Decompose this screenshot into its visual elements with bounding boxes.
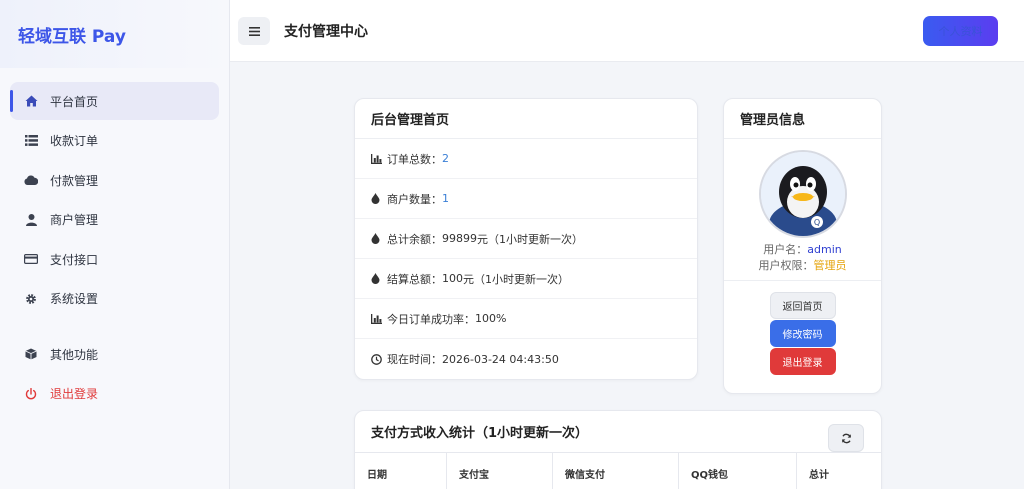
drop-icon (371, 193, 383, 205)
role-value: 管理员 (813, 259, 847, 272)
column-header-total: 总计 (809, 469, 829, 481)
gear-icon (24, 292, 38, 306)
admin-role-line: 用户权限：管理员 (724, 258, 881, 274)
page-title: 支付管理中心 (284, 23, 368, 40)
user-icon (24, 213, 38, 227)
income-stats-card: 支付方式收入统计（1小时更新一次） 日期 支付宝 微信支付 QQ钱包 总计 (354, 410, 882, 489)
sidebar-item-logout[interactable]: 退出登录 (10, 375, 219, 413)
role-label: 用户权限： (758, 259, 814, 272)
back-home-button[interactable]: 返回首页 (769, 292, 836, 319)
column-header-alipay: 支付宝 (447, 453, 553, 489)
stat-value: 2026-03-24 04:43:50 (442, 352, 559, 366)
sidebar-item-other[interactable]: 其他功能 (10, 335, 219, 373)
sidebar-item-label: 平台首页 (50, 94, 99, 109)
profile-button[interactable]: 个人资料 (923, 16, 998, 46)
username-value: admin (807, 243, 842, 256)
stat-label: 订单总数： (387, 152, 442, 166)
bar-chart-icon (371, 313, 383, 325)
sidebar-item-payments[interactable]: 付款管理 (10, 161, 219, 199)
dashboard-stats-card: 后台管理首页 订单总数： 2 商户数量： 1 总计余额： 99899 元（1小时… (354, 98, 698, 380)
sidebar-item-label: 收款订单 (50, 134, 99, 148)
penguin-avatar-icon: Q (760, 152, 845, 236)
stat-label: 今日订单成功率： (387, 312, 475, 326)
sidebar-item-merchants[interactable]: 商户管理 (10, 201, 219, 239)
sidebar-item-label: 退出登录 (50, 387, 99, 401)
sidebar-item-home[interactable]: 平台首页 (10, 82, 219, 120)
logout-button[interactable]: 退出登录 (769, 348, 836, 375)
income-table-header: 日期 支付宝 微信支付 QQ钱包 总计 (355, 452, 881, 489)
sidebar-item-label: 系统设置 (50, 292, 99, 306)
sidebar-item-label: 商户管理 (50, 213, 99, 227)
stat-row-orders: 订单总数： 2 (355, 139, 697, 179)
stat-row-balance: 总计余额： 99899 元（1小时更新一次） (355, 219, 697, 259)
sidebar-item-settings[interactable]: 系统设置 (10, 280, 219, 318)
username-label: 用户名： (763, 243, 808, 256)
stat-value: 1 (442, 192, 449, 205)
admin-card-title: 管理员信息 (724, 99, 881, 139)
hamburger-icon (248, 21, 260, 40)
stat-value: 100 (442, 272, 463, 285)
stat-label: 现在时间： (387, 353, 442, 366)
stat-value: 100 (475, 312, 496, 325)
stat-suffix: 元（1小时更新一次） (477, 232, 583, 246)
income-card-title: 支付方式收入统计（1小时更新一次） (371, 425, 589, 441)
drop-icon (371, 273, 383, 285)
sidebar-item-label: 其他功能 (50, 347, 99, 362)
column-header-date: 日期 (355, 453, 447, 489)
cube-icon (24, 347, 38, 361)
stat-suffix: % (496, 312, 507, 325)
sidebar-item-gateways[interactable]: 支付接口 (10, 240, 219, 278)
sidebar-item-label: 付款管理 (50, 173, 99, 188)
list-icon (24, 134, 38, 148)
column-header-qqwallet: QQ钱包 (679, 453, 797, 489)
stat-value: 99899 (442, 232, 477, 245)
home-icon (24, 94, 38, 108)
stats-card-title: 后台管理首页 (355, 99, 697, 139)
stat-row-success-rate: 今日订单成功率： 100 % (355, 299, 697, 339)
refresh-button[interactable] (828, 424, 864, 452)
change-password-button[interactable]: 修改密码 (769, 320, 836, 347)
stat-row-time: 现在时间： 2026-03-24 04:43:50 (355, 339, 697, 379)
sidebar-item-label: 支付接口 (50, 252, 99, 267)
avatar: Q (758, 150, 847, 238)
refresh-icon (841, 429, 852, 448)
stat-label: 结算总额： (387, 272, 442, 286)
svg-text:Q: Q (813, 218, 819, 227)
bar-chart-icon (371, 153, 383, 165)
admin-info-card: 管理员信息 Q 用户名：admin 用户权限：管理员 返回首页 修改密码 退出登… (723, 98, 882, 394)
sidebar-item-orders[interactable]: 收款订单 (10, 122, 219, 160)
brand-logo[interactable]: 轻域互联 Pay (0, 0, 229, 68)
stat-row-merchants: 商户数量： 1 (355, 179, 697, 219)
clock-icon (371, 353, 383, 365)
stat-label: 商户数量： (387, 192, 442, 206)
divider (724, 280, 881, 281)
avatar-wrap: Q (724, 139, 881, 238)
menu-toggle-button[interactable] (238, 16, 270, 45)
column-header-wechat: 微信支付 (553, 453, 679, 489)
stat-value: 2 (442, 152, 449, 165)
sidebar: 轻域互联 Pay 平台首页 收款订单 付款管理 商户管理 支付接口 系统设置 其… (0, 0, 230, 489)
power-icon (24, 387, 38, 401)
credit-card-icon (24, 252, 38, 266)
stat-row-settlement: 结算总额： 100 元（1小时更新一次） (355, 259, 697, 299)
stat-suffix: 元（1小时更新一次） (463, 272, 569, 286)
top-header: 支付管理中心 个人资料 (230, 0, 1024, 62)
stat-label: 总计余额： (387, 232, 442, 246)
admin-username-line: 用户名：admin (724, 242, 881, 258)
cloud-icon (24, 173, 38, 187)
drop-icon (371, 233, 383, 245)
sidebar-nav: 平台首页 收款订单 付款管理 商户管理 支付接口 系统设置 其他功能 退出登录 (0, 68, 229, 413)
